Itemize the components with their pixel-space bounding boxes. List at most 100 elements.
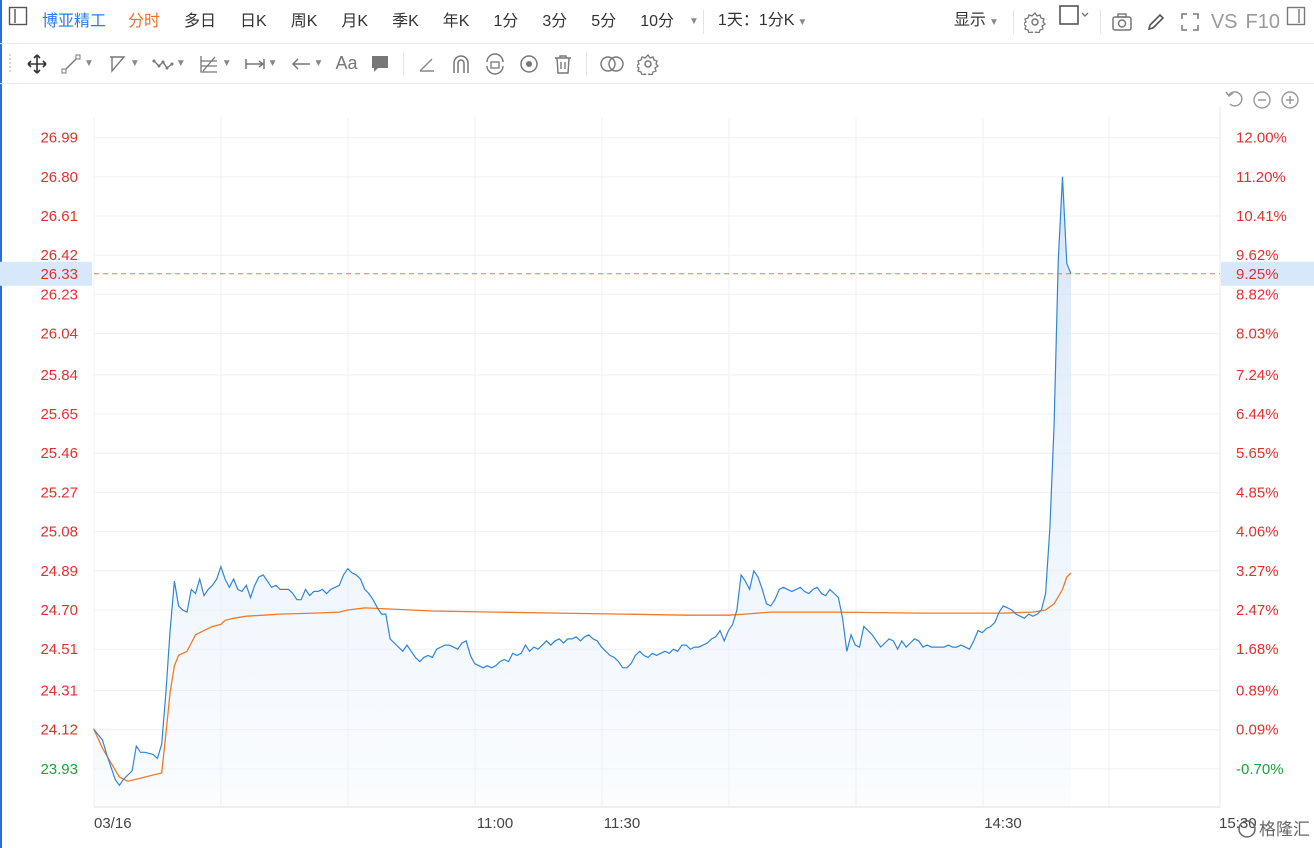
chevron-down-icon: ▼ <box>84 58 94 69</box>
camera-icon <box>1112 12 1132 31</box>
y-tick-label-left: 25.46 <box>40 445 78 462</box>
eye-icon <box>520 54 539 73</box>
eye-tool[interactable] <box>512 44 546 84</box>
square-dropdown-icon <box>1059 4 1089 25</box>
screenshot-button[interactable] <box>1105 11 1139 33</box>
chevron-down-icon: ▼ <box>221 58 232 69</box>
reset-button[interactable] <box>1225 91 1243 107</box>
display-menu[interactable]: 显示 ▼ <box>944 0 1009 45</box>
measure-tool[interactable]: ▼ <box>238 44 284 84</box>
y-tick-label-right: 8.03% <box>1236 326 1279 343</box>
move-tool[interactable] <box>20 44 54 84</box>
y-tick-label-right: 4.85% <box>1236 484 1279 501</box>
compare-tool[interactable] <box>593 44 631 84</box>
interval-select[interactable]: 1天：1分K ▼ <box>708 0 817 45</box>
tab-7[interactable]: 1分 <box>481 0 530 44</box>
zoom-in-button[interactable] <box>1281 91 1299 109</box>
tab-5[interactable]: 季K <box>380 0 431 44</box>
divider <box>1099 9 1101 34</box>
layout-button[interactable] <box>1052 0 1096 44</box>
fib-tool[interactable]: ▼ <box>192 44 238 84</box>
draw-button[interactable] <box>1139 11 1173 33</box>
y-tick-label-left: 25.08 <box>40 524 78 541</box>
arrow-tool[interactable]: ▼ <box>284 44 330 84</box>
y-tick-label-right: 11.20% <box>1236 169 1286 186</box>
current-pct-label: 9.25% <box>1236 266 1279 283</box>
chevron-down-icon: ▼ <box>313 58 324 69</box>
lock-rotate-tool[interactable] <box>478 44 512 84</box>
settings-icon <box>637 53 660 75</box>
stock-name[interactable]: 博亚精工 <box>38 0 116 44</box>
y-tick-label-left: 24.12 <box>40 722 78 739</box>
y-tick-label-left: 24.51 <box>40 641 78 658</box>
text-tool[interactable]: Aa <box>329 44 363 84</box>
y-tick-label-left: 26.99 <box>40 130 78 147</box>
divider <box>1012 9 1014 34</box>
x-tick-label: 11:00 <box>477 815 513 832</box>
display-label: 显示 <box>953 11 986 29</box>
brush-tool[interactable] <box>410 44 444 84</box>
gear-icon <box>1023 11 1046 33</box>
y-tick-label-left: 26.23 <box>40 286 78 303</box>
zoom-out-button[interactable] <box>1253 91 1271 109</box>
y-tick-label-left: 23.93 <box>40 761 78 778</box>
magnet-tool[interactable] <box>444 44 478 84</box>
period-tabs: 分时 多日 日K 周K 月K 季K 年K 1分 3分 5分 10分 <box>116 0 686 44</box>
tab-8[interactable]: 3分 <box>530 0 579 44</box>
move-icon <box>27 53 47 74</box>
delete-tool[interactable] <box>546 44 580 84</box>
comment-icon <box>372 55 389 72</box>
tab-0[interactable]: 分时 <box>116 0 172 44</box>
y-tick-label-right: 2.47% <box>1236 602 1279 619</box>
tab-6[interactable]: 年K <box>431 0 482 44</box>
y-tick-label-right: 3.27% <box>1236 563 1279 580</box>
y-tick-label-left: 26.61 <box>40 208 78 225</box>
grip-icon <box>9 53 11 72</box>
tab-9[interactable]: 5分 <box>579 0 628 44</box>
comment-tool[interactable] <box>363 44 397 84</box>
tool-settings[interactable] <box>631 44 665 84</box>
arrow-icon <box>291 57 310 70</box>
divider <box>702 9 704 34</box>
x-tick-label: 11:30 <box>604 815 640 832</box>
divider <box>586 52 588 75</box>
intraday-chart[interactable]: 26.99 12.00% 26.80 11.20% 26.61 10.41% 26.42 9.… <box>0 84 1314 848</box>
wave-icon <box>152 59 174 69</box>
measure-icon <box>244 58 265 69</box>
divider <box>403 52 405 75</box>
sidebar-toggle-icon <box>8 6 28 25</box>
sidebar-toggle[interactable] <box>0 0 38 44</box>
tab-10[interactable]: 10分 <box>628 0 686 44</box>
tab-3[interactable]: 周K <box>279 0 330 44</box>
wave-tool[interactable]: ▼ <box>146 44 192 84</box>
tab-2[interactable]: 日K <box>228 0 279 44</box>
y-tick-label-right: 4.06% <box>1236 524 1279 541</box>
y-tick-label-right: 7.24% <box>1236 367 1279 384</box>
y-tick-label-left: 26.04 <box>40 326 78 343</box>
chevron-down-icon[interactable]: ▼ <box>689 16 699 27</box>
magnet-icon <box>453 54 470 73</box>
drawing-toolbar: ▼ ▼ ▼ ▼ ▼ ▼ Aa <box>0 44 1314 84</box>
line-tool[interactable]: ▼ <box>54 44 100 84</box>
y-tick-label-right: 10.41% <box>1236 208 1287 225</box>
fullscreen-button[interactable] <box>1173 11 1207 33</box>
polyline-icon <box>109 55 126 73</box>
drag-handle[interactable] <box>0 53 20 75</box>
y-tick-label-right: 9.62% <box>1236 247 1279 264</box>
settings-button[interactable] <box>1018 11 1052 33</box>
tab-1[interactable]: 多日 <box>172 0 228 44</box>
f10-button[interactable]: F10 <box>1242 0 1284 44</box>
vs-button[interactable]: VS <box>1207 0 1242 44</box>
trash-icon <box>555 54 572 74</box>
chevron-down-icon: ▼ <box>175 58 186 69</box>
price-area <box>94 176 1071 808</box>
tab-4[interactable]: 月K <box>329 0 380 44</box>
polyline-tool[interactable]: ▼ <box>100 44 146 84</box>
zoom-controls <box>1225 91 1299 109</box>
current-price-label: 26.33 <box>40 266 78 283</box>
y-tick-label-right: 0.89% <box>1236 682 1279 699</box>
y-tick-label-right: 0.09% <box>1236 722 1279 739</box>
panel-toggle[interactable] <box>1284 0 1314 44</box>
line-icon <box>61 54 81 73</box>
y-tick-label-right: 5.65% <box>1236 445 1279 462</box>
